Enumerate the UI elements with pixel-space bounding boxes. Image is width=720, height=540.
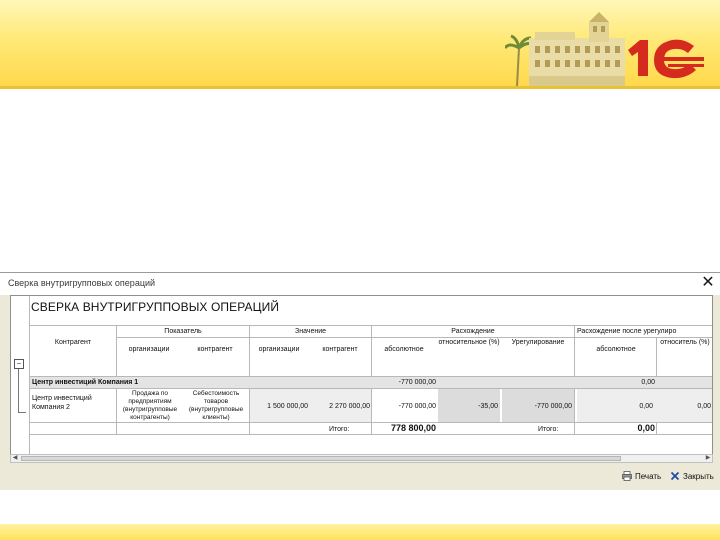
col-value: Значение [294,328,327,335]
scroll-thumb[interactable] [21,456,621,461]
row-after-rel[interactable]: 0,00 [657,402,711,411]
row-after-abs[interactable]: 0,00 [577,402,653,411]
window-title: Сверка внутригрупповых операций [8,278,156,288]
col-settlement: Урегулирование [511,339,565,346]
col-indicator-cp: контрагент [197,346,233,353]
slide-footer [0,524,720,540]
grid-line [30,434,712,435]
col-after-abs: абсолютное [596,346,636,353]
print-button[interactable]: Печать [622,469,661,485]
window-titlebar: Сверка внутригрупповых операций ✕ [0,273,720,295]
button-bar: Печать Закрыть [0,467,720,491]
row-counterparty[interactable]: Центр инвестиций Компания 2 [32,394,114,412]
totals-value: 778 800,00 [390,423,436,433]
col-after-settlement: Расхождение после урегулиро [577,328,677,335]
totals-after-value: 0,00 [637,423,655,433]
tree-column: − [11,296,30,462]
row-value-org[interactable]: 1 500 000,00 [250,402,308,411]
group-name: Центр инвестиций Компания 1 [32,379,139,386]
row-indicator-cp[interactable]: Себестоимость товаров (внутригрупповые к… [183,390,249,422]
grid-line [116,337,712,338]
col-discrepancy: Расхождение [451,328,495,335]
report-heading: СВЕРКА ВНУТРИГРУППОВЫХ ОПЕРАЦИЙ [31,300,280,314]
group-after: 0,00 [641,379,655,386]
horizontal-scrollbar[interactable]: ◀ ▶ [10,454,713,463]
col-value-cp: контрагент [322,346,358,353]
close-window-button[interactable]: ✕ [700,274,716,292]
col-disc-rel: относительное (%) [438,339,500,346]
palace-illustration [505,12,625,86]
report-window: Сверка внутригрупповых операций ✕ СВЕРКА… [0,272,720,490]
logo-1c-icon [628,39,704,79]
tree-connector [18,412,26,413]
scroll-right-icon[interactable]: ▶ [704,455,712,462]
col-after-rel: относитель (%) [660,339,710,346]
scroll-left-icon[interactable]: ◀ [11,455,19,462]
tree-line [18,369,19,413]
minus-box-icon[interactable]: − [14,359,24,369]
slide-banner [0,0,720,88]
group-discrepancy: -770 000,00 [398,379,436,386]
row-disc-abs[interactable]: -770 000,00 [372,402,436,411]
report-area: СВЕРКА ВНУТРИГРУППОВЫХ ОПЕРАЦИЙ − Контра… [10,295,713,463]
row-value-cp[interactable]: 2 270 000,00 [310,402,370,411]
banner-divider [0,86,720,89]
close-label: Закрыть [683,472,714,481]
printer-icon [622,471,632,481]
totals-label: Итого: [329,426,350,433]
print-label: Печать [635,472,662,481]
col-counterparty: Контрагент [54,339,92,346]
totals-after-label: Итого: [538,426,559,433]
row-indicator-org[interactable]: Продажа по предприятиям (внутригрупповые… [117,390,183,422]
col-disc-abs: абсолютное [384,346,424,353]
col-value-org: организации [258,346,300,353]
close-x-icon [670,471,680,481]
col-indicator-org: организации [128,346,170,353]
row-settlement[interactable]: -770 000,00 [502,402,572,411]
col-indicator: Показатель [164,328,202,335]
close-button[interactable]: Закрыть [670,469,714,485]
row-disc-rel[interactable]: -35,00 [438,402,498,411]
